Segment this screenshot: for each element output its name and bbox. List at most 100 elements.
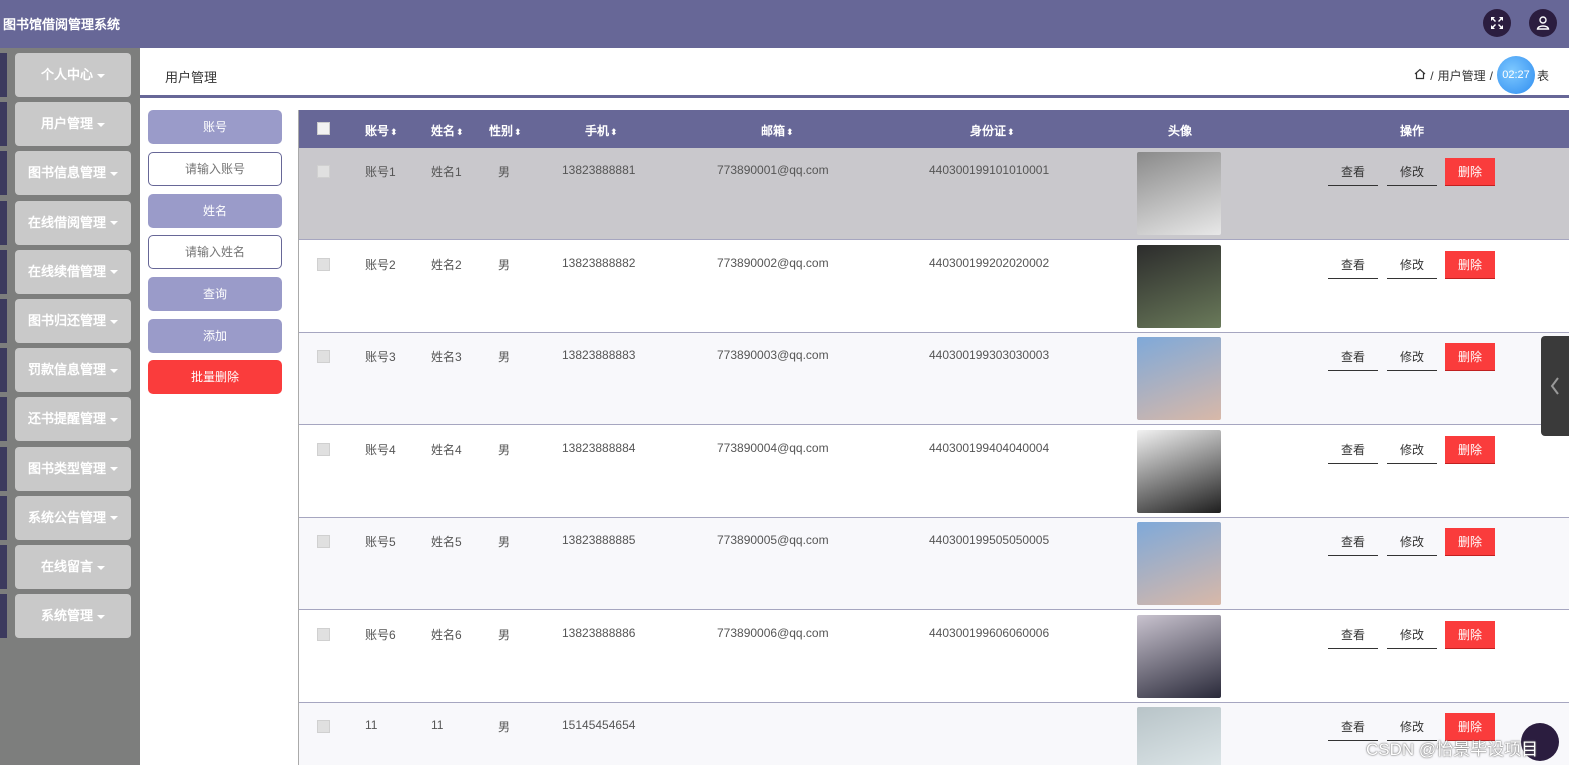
- sidebar-item-marker: [0, 249, 7, 294]
- sidebar: 个人中心用户管理 图书信息管理 在线借阅管理 在线续借管理 图书归还管理 罚款信息管理还书…: [0, 48, 140, 765]
- row-checkbox[interactable]: [317, 257, 330, 271]
- edit-button[interactable]: 修改: [1387, 528, 1437, 556]
- row-checkbox[interactable]: [317, 350, 330, 363]
- sidebar-item[interactable]: 图书类型管理: [0, 446, 132, 491]
- chevron-down-icon: [110, 467, 118, 472]
- sidebar-item[interactable]: 在线留言: [0, 545, 132, 589]
- sidebar-item-button[interactable]: 系统管理: [15, 594, 131, 639]
- edit-button[interactable]: 修改: [1387, 158, 1437, 186]
- delete-button[interactable]: 删除: [1445, 343, 1495, 371]
- view-button[interactable]: 查看: [1328, 251, 1378, 279]
- chevron-down-icon: [110, 319, 118, 324]
- delete-button[interactable]: 删除: [1445, 528, 1495, 556]
- account-input[interactable]: [148, 152, 282, 186]
- sidebar-item-button[interactable]: 在线留言: [15, 545, 131, 589]
- row-checkbox[interactable]: [317, 535, 330, 548]
- watermark: CSDN @怡景毕设项目: [1366, 740, 1539, 759]
- view-button[interactable]: 查看: [1328, 436, 1378, 464]
- sidebar-item[interactable]: 在线续借管理: [0, 249, 132, 294]
- avatar: [1137, 152, 1221, 235]
- sidebar-item-button[interactable]: 在线借阅管理: [15, 200, 131, 245]
- edit-button[interactable]: 修改: [1387, 621, 1437, 649]
- home-icon[interactable]: [1414, 68, 1426, 83]
- sidebar-item-button[interactable]: 罚款信息管理: [15, 348, 131, 393]
- cell-gender: 男: [498, 350, 511, 364]
- delete-button[interactable]: 删除: [1445, 620, 1495, 649]
- sidebar-item[interactable]: 在线借阅管理: [0, 200, 132, 245]
- col-phone[interactable]: 手机⬍: [585, 122, 618, 139]
- sidebar-item[interactable]: 用户管理: [0, 102, 132, 147]
- sidebar-item-label: 还书提醒管理: [27, 411, 106, 427]
- view-button[interactable]: 查看: [1328, 343, 1378, 371]
- sidebar-item-button[interactable]: 个人中心: [15, 53, 131, 97]
- cell-id-card: 440300199202020002: [929, 255, 1050, 270]
- sidebar-item-marker: [0, 594, 7, 639]
- delete-button[interactable]: 删除: [1445, 158, 1495, 186]
- sidebar-item-button[interactable]: 在线续借管理: [15, 249, 131, 294]
- col-email[interactable]: 邮箱⬍: [761, 122, 794, 139]
- delete-button[interactable]: 删除: [1445, 435, 1495, 464]
- cell-name: 姓名1: [431, 165, 462, 179]
- cell-id-card: 440300199101010001: [929, 163, 1050, 177]
- sidebar-item-button[interactable]: 还书提醒管理: [15, 397, 131, 442]
- sidebar-item-label: 在线留言: [40, 559, 93, 574]
- sidebar-item[interactable]: 系统管理: [0, 594, 132, 639]
- view-button[interactable]: 查看: [1328, 528, 1378, 556]
- cell-id-card: 440300199606060006: [929, 625, 1050, 640]
- side-collapse-tab[interactable]: [1541, 336, 1569, 436]
- batch-delete-button[interactable]: 批量删除: [148, 360, 282, 394]
- breadcrumb-section[interactable]: 用户管理: [1438, 67, 1486, 84]
- cell-phone: 13823888883: [562, 348, 636, 362]
- cell-name: 姓名3: [431, 350, 462, 364]
- delete-button[interactable]: 删除: [1445, 250, 1495, 279]
- row-checkbox[interactable]: [317, 442, 330, 456]
- name-input[interactable]: [148, 235, 282, 269]
- chevron-down-icon: [97, 565, 105, 570]
- cell-email: 773890003@qq.com: [717, 348, 829, 362]
- col-gender[interactable]: 性别⬍: [489, 122, 522, 139]
- row-checkbox[interactable]: [317, 720, 330, 733]
- chevron-down-icon: [97, 122, 105, 127]
- view-button[interactable]: 查看: [1328, 158, 1378, 186]
- sidebar-item[interactable]: 系统公告管理: [0, 495, 132, 540]
- sidebar-item-button[interactable]: 图书归还管理: [15, 299, 131, 343]
- sidebar-item-button[interactable]: 图书信息管理: [15, 151, 131, 196]
- chevron-down-icon: [110, 171, 118, 176]
- edit-button[interactable]: 修改: [1387, 251, 1437, 279]
- sidebar-item[interactable]: 图书信息管理: [0, 151, 132, 196]
- sidebar-item[interactable]: 个人中心: [0, 53, 132, 97]
- sidebar-item-button[interactable]: 图书类型管理: [15, 446, 131, 491]
- cell-id-card: 440300199303030003: [929, 348, 1050, 362]
- cell-name: 姓名2: [431, 257, 462, 272]
- view-button[interactable]: 查看: [1328, 621, 1378, 649]
- user-icon[interactable]: [1529, 9, 1557, 37]
- sidebar-item[interactable]: 图书归还管理: [0, 299, 132, 343]
- sidebar-item-button[interactable]: 用户管理: [15, 102, 131, 147]
- sidebar-item[interactable]: 还书提醒管理: [0, 397, 132, 442]
- row-checkbox[interactable]: [317, 627, 330, 641]
- expand-icon[interactable]: [1483, 9, 1511, 37]
- cell-email: 773890001@qq.com: [717, 163, 829, 177]
- col-account[interactable]: 账号⬍: [365, 122, 398, 139]
- cell-gender: 男: [498, 720, 511, 734]
- table-header: 账号⬍ 姓名⬍ 性别⬍ 手机⬍ 邮箱⬍ 身份证⬍ 头像 操作: [299, 110, 1569, 148]
- sidebar-item-label: 个人中心: [40, 67, 93, 82]
- row-checkbox[interactable]: [317, 165, 330, 178]
- cell-gender: 男: [498, 442, 511, 457]
- edit-button[interactable]: 修改: [1387, 343, 1437, 371]
- sidebar-item-marker: [0, 348, 7, 393]
- add-button[interactable]: 添加: [148, 319, 282, 353]
- edit-button[interactable]: 修改: [1387, 436, 1437, 464]
- sidebar-item-marker: [0, 299, 7, 343]
- cell-account: 账号3: [365, 350, 396, 364]
- query-button[interactable]: 查询: [148, 277, 282, 311]
- col-name[interactable]: 姓名⬍: [431, 122, 464, 139]
- sidebar-item[interactable]: 罚款信息管理: [0, 348, 132, 393]
- cell-name: 姓名5: [431, 535, 462, 549]
- col-id-card[interactable]: 身份证⬍: [970, 122, 1015, 139]
- table-row: 账号5 姓名5 男 13823888885 773890005@qq.com 440300…: [299, 518, 1569, 610]
- sidebar-item-label: 系统管理: [40, 608, 93, 624]
- avatar: [1137, 244, 1221, 328]
- sidebar-item-button[interactable]: 系统公告管理: [15, 495, 131, 540]
- select-all-checkbox[interactable]: [317, 122, 330, 135]
